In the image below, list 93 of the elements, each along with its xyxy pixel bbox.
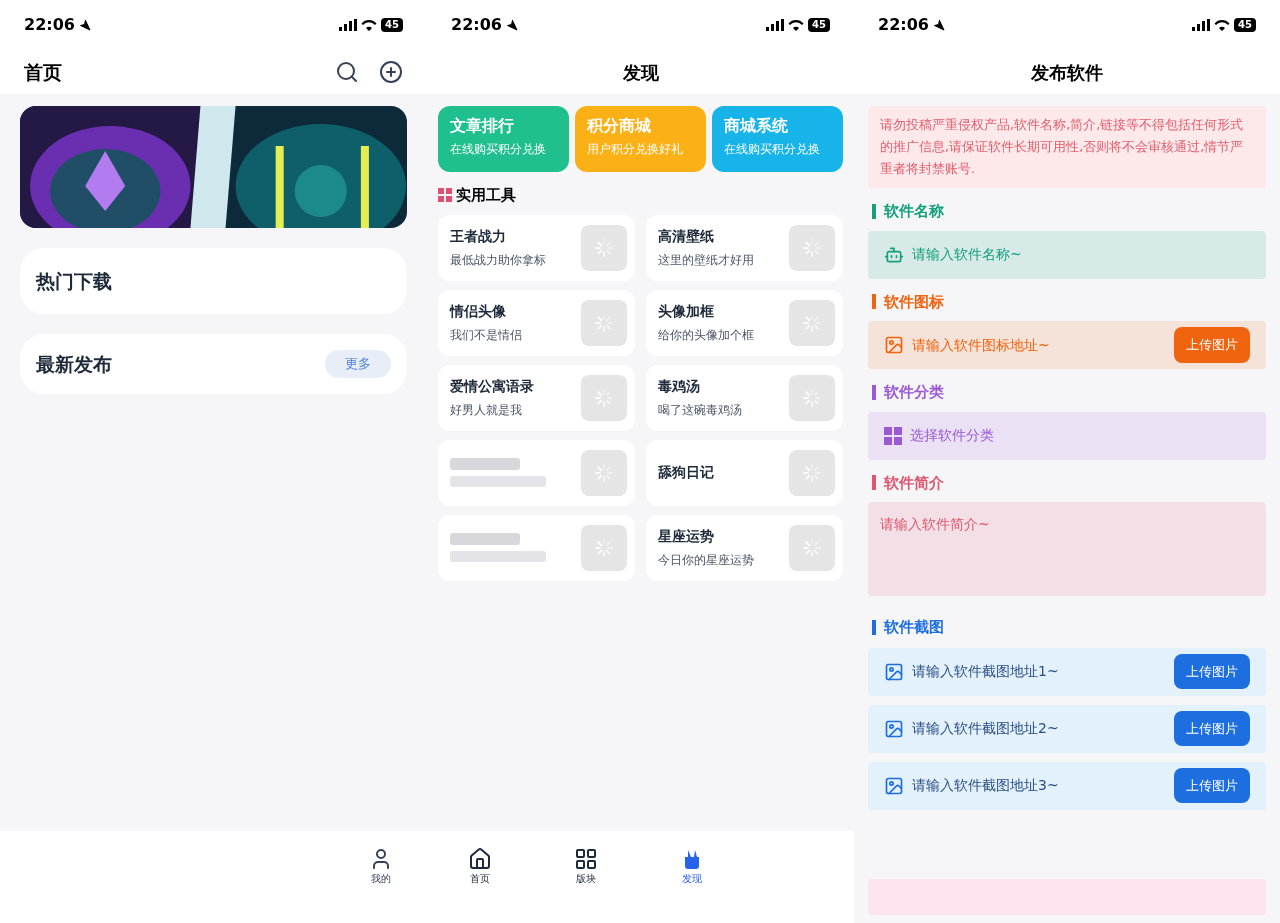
feature-title: 商城系统 [724, 116, 789, 136]
status-time: 22:06 [451, 14, 502, 36]
tool-subtitle: 最低战力助你拿标 [450, 252, 546, 269]
battery-level: 45 [1234, 18, 1256, 32]
tool-subtitle: 这里的壁纸才好用 [658, 252, 754, 269]
loading-icon [789, 374, 835, 421]
tool-card[interactable]: 王者战力 最低战力助你拿标 [438, 214, 635, 281]
input-field[interactable]: 请输入软件截图地址3~ 上传图片 [868, 761, 1266, 810]
upload-button[interactable]: 上传图片 [1174, 710, 1250, 747]
tool-subtitle: 好男人就是我 [450, 402, 523, 419]
tool-title: 高清壁纸 [658, 227, 715, 246]
loading-icon [581, 374, 627, 421]
tool-card[interactable] [438, 439, 635, 506]
tool-card[interactable]: 星座运势 今日你的星座运势 [646, 514, 843, 581]
battery-level: 45 [381, 18, 403, 32]
tool-card[interactable]: 头像加框 给你的头像加个框 [646, 289, 843, 356]
tool-subtitle: 喝了这碗毒鸡汤 [658, 402, 742, 419]
upload-button[interactable]: 上传图片 [1174, 767, 1250, 804]
loading-icon [789, 449, 835, 496]
wifi-icon [1214, 19, 1231, 31]
field-label: 软件图标 [884, 291, 944, 313]
label-bar [872, 619, 876, 635]
location-icon [505, 19, 518, 31]
tab-item[interactable]: 发现 [639, 847, 745, 923]
home-icon [468, 847, 492, 871]
tool-subtitle: 我们不是情侣 [450, 327, 522, 344]
section-title: 最新发布 [36, 351, 112, 377]
loading-icon [581, 224, 627, 271]
notice-text: 请勿投稿严重侵权产品,软件名称,简介,链接等不得包括任何形式的推广信息,请保证软件长期可用性,否则将不会审核通过,情节严重者将封禁账号. [868, 106, 1266, 188]
field-label: 软件简介 [884, 472, 944, 494]
location-icon [932, 19, 945, 31]
input-field[interactable]: 请输入软件截图地址1~ 上传图片 [868, 647, 1266, 696]
tool-card[interactable]: 毒鸡汤 喝了这碗毒鸡汤 [646, 364, 843, 431]
feature-subtitle: 在线购买积分兑换 [724, 141, 821, 158]
grid-icon [438, 188, 452, 203]
loading-icon [581, 524, 627, 571]
location-icon [78, 19, 91, 31]
image-icon [884, 775, 904, 796]
loading-icon [581, 449, 627, 496]
tab-item[interactable]: 版块 [533, 847, 639, 923]
signal-icon [1192, 19, 1211, 31]
loading-icon [581, 299, 627, 346]
tool-card[interactable]: 舔狗日记 [646, 439, 843, 506]
feature-title: 积分商城 [587, 116, 652, 136]
tool-card[interactable] [438, 514, 635, 581]
wifi-icon [361, 19, 378, 31]
field-label: 软件名称 [884, 201, 944, 222]
feature-subtitle: 在线购买积分兑换 [450, 141, 547, 158]
page-title: 发布软件 [1031, 60, 1103, 85]
tool-subtitle: 给你的头像加个框 [658, 327, 754, 344]
page-title: 首页 [24, 59, 62, 85]
tool-title: 情侣头像 [450, 302, 507, 321]
status-time: 22:06 [878, 14, 929, 36]
loading-icon [789, 524, 835, 571]
grid-icon [884, 426, 902, 445]
upload-button[interactable]: 上传图片 [1174, 653, 1250, 690]
field-label: 软件分类 [884, 382, 944, 403]
tab-item[interactable]: 首页 [427, 847, 533, 923]
tool-title: 星座运势 [658, 527, 715, 546]
section-title: 热门下载 [36, 268, 112, 294]
add-icon[interactable] [379, 60, 403, 84]
image-icon [884, 718, 904, 739]
tool-card[interactable]: 情侣头像 我们不是情侣 [438, 289, 635, 356]
section-title: 实用工具 [456, 185, 516, 206]
tool-title: 头像加框 [658, 302, 715, 321]
feature-subtitle: 用户积分兑换好礼 [587, 141, 684, 158]
input-field[interactable]: 请输入软件截图地址2~ 上传图片 [868, 704, 1266, 753]
tool-title: 毒鸡汤 [658, 377, 701, 396]
search-icon[interactable] [335, 60, 359, 84]
more-button[interactable]: 更多 [325, 350, 391, 378]
field-label: 软件截图 [884, 617, 944, 638]
tab-item[interactable]: 我的 [369, 847, 393, 923]
select-field[interactable]: 选择软件分类 [868, 411, 1266, 460]
section-card[interactable]: 热门下载 [20, 248, 407, 314]
page-title: 发现 [622, 60, 659, 85]
status-time: 22:06 [24, 14, 75, 36]
feature-title: 文章排行 [450, 116, 515, 136]
tool-card[interactable]: 高清壁纸 这里的壁纸才好用 [646, 214, 843, 281]
loading-icon [789, 224, 835, 271]
image-icon [884, 335, 904, 355]
tool-subtitle: 今日你的星座运势 [658, 552, 754, 569]
wifi-icon [788, 19, 805, 31]
tool-card[interactable]: 爱情公寓语录 好男人就是我 [438, 364, 635, 431]
loading-icon [789, 299, 835, 346]
battery-level: 45 [808, 18, 830, 32]
tool-title: 王者战力 [450, 227, 507, 246]
signal-icon [766, 19, 785, 31]
tool-title: 舔狗日记 [658, 463, 714, 482]
tool-title: 爱情公寓语录 [450, 377, 534, 396]
section-card[interactable]: 最新发布 更多 [20, 334, 407, 394]
image-icon [884, 661, 904, 682]
grid-icon [574, 847, 598, 871]
signal-icon [339, 19, 358, 31]
